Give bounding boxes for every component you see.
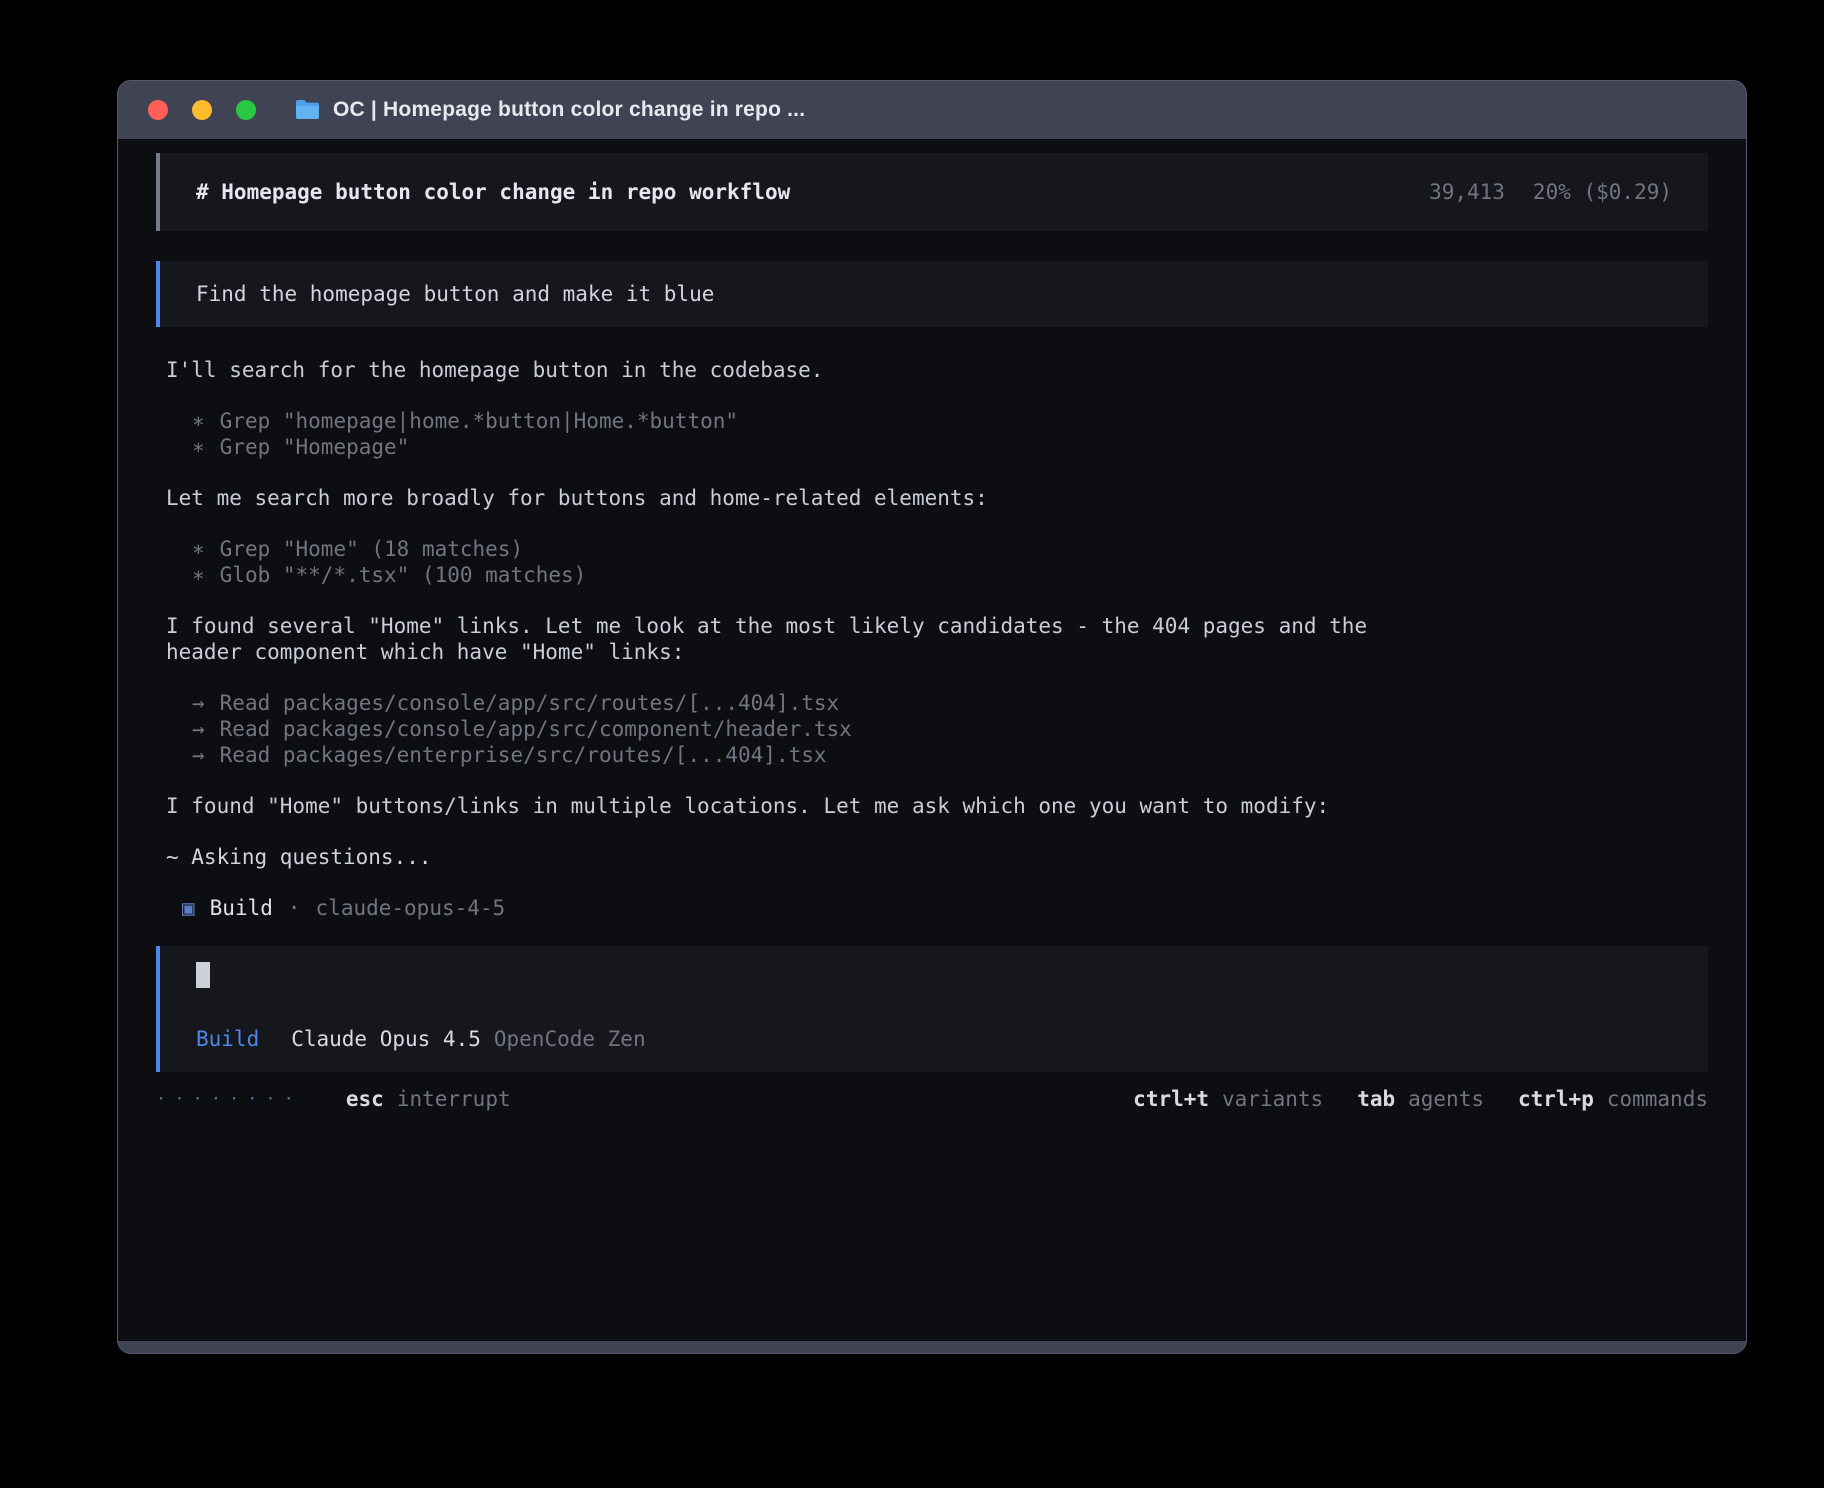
tool-bullet-icon: ∗ [192,434,205,460]
traffic-lights [148,100,256,120]
arrow-right-icon: → [192,742,205,768]
tool-call-text: Read packages/console/app/src/routes/[..… [220,690,840,716]
tool-bullet-icon: ∗ [192,408,205,434]
shortcut-label: agents [1408,1086,1484,1112]
agent-status-model: claude-opus-4-5 [316,895,506,921]
shortcut-label: interrupt [397,1086,511,1112]
arrow-right-icon: → [192,690,205,716]
input-meta: Build Claude Opus 4.5 OpenCode Zen [196,1026,1672,1052]
tool-call-text: Grep "homepage|home.*button|Home.*button… [220,408,738,434]
zoom-window-button[interactable] [236,100,256,120]
tool-call: → Read packages/console/app/src/componen… [166,716,1416,742]
shortcut-commands: ctrl+p commands [1518,1086,1708,1112]
shortcut-label: variants [1222,1086,1323,1112]
current-model: Claude Opus 4.5 [291,1026,481,1052]
agent-status-separator: · [288,895,301,921]
agent-status-name: Build [210,895,273,921]
agent-status: ▣ Build · claude-opus-4-5 [156,895,1416,921]
window-title: OC | Homepage button color change in rep… [333,98,805,122]
shortcut-variants: ctrl+t variants [1133,1086,1323,1112]
working-status: ~ Asking questions... [156,844,1416,870]
status-bar-right: ctrl+t variants tab agents ctrl+p comman… [1133,1086,1708,1112]
shortcut-key: esc [346,1086,384,1112]
tool-call-text: Glob "**/*.tsx" (100 matches) [220,562,587,588]
shortcut-label: commands [1607,1086,1708,1112]
tool-call: → Read packages/enterprise/src/routes/[.… [166,742,1416,768]
assistant-paragraph: I found several "Home" links. Let me loo… [156,613,1416,665]
tool-call-text: Grep "Homepage" [220,434,410,460]
tool-call-group: ∗ Grep "Home" (18 matches) ∗ Glob "**/*.… [156,536,1416,588]
tool-bullet-icon: ∗ [192,562,205,588]
current-provider: OpenCode Zen [494,1026,646,1052]
context-usage: 20% ($0.29) [1533,179,1672,205]
assistant-paragraph: I'll search for the homepage button in t… [156,357,1416,383]
tool-call: → Read packages/console/app/src/routes/[… [166,690,1416,716]
terminal-content: # Homepage button color change in repo w… [118,139,1746,1341]
tool-call: ∗ Grep "Homepage" [166,434,1416,460]
spinner-dots: ········ [156,1086,302,1112]
shortcut-interrupt: esc interrupt [346,1086,511,1112]
agent-icon: ▣ [182,895,195,921]
tool-call-text: Read packages/console/app/src/component/… [220,716,852,742]
tool-call: ∗ Grep "homepage|home.*button|Home.*butt… [166,408,1416,434]
status-bar-left: ········ esc interrupt [156,1086,511,1112]
conversation: I'll search for the homepage button in t… [156,357,1708,946]
user-message: Find the homepage button and make it blu… [156,261,1708,327]
token-count: 39,413 [1429,179,1505,205]
user-message-text: Find the homepage button and make it blu… [196,282,714,306]
tool-call-text: Grep "Home" (18 matches) [220,536,523,562]
session-metrics: 39,413 20% ($0.29) [1429,179,1672,205]
tool-call: ∗ Grep "Home" (18 matches) [166,536,1416,562]
assistant-paragraph: Let me search more broadly for buttons a… [156,485,1416,511]
window-titlebar[interactable]: OC | Homepage button color change in rep… [118,81,1746,139]
status-bar: ········ esc interrupt ctrl+t variants t… [156,1086,1708,1112]
tool-call-text: Read packages/enterprise/src/routes/[...… [220,742,827,768]
shortcut-agents: tab agents [1357,1086,1484,1112]
terminal-window: OC | Homepage button color change in rep… [117,80,1747,1354]
prompt-input[interactable]: Build Claude Opus 4.5 OpenCode Zen [156,946,1708,1072]
text-cursor [196,962,210,988]
folder-icon [294,99,321,121]
close-window-button[interactable] [148,100,168,120]
session-title: # Homepage button color change in repo w… [196,179,790,205]
tool-call: ∗ Glob "**/*.tsx" (100 matches) [166,562,1416,588]
minimize-window-button[interactable] [192,100,212,120]
shortcut-key: ctrl+t [1133,1086,1209,1112]
session-header: # Homepage button color change in repo w… [156,153,1708,231]
tool-call-group: → Read packages/console/app/src/routes/[… [156,690,1416,768]
current-agent: Build [196,1026,259,1052]
tool-call-group: ∗ Grep "homepage|home.*button|Home.*butt… [156,408,1416,460]
shortcut-key: ctrl+p [1518,1086,1594,1112]
arrow-right-icon: → [192,716,205,742]
assistant-paragraph: I found "Home" buttons/links in multiple… [156,793,1416,819]
tool-bullet-icon: ∗ [192,536,205,562]
shortcut-key: tab [1357,1086,1395,1112]
window-title-group: OC | Homepage button color change in rep… [294,98,805,122]
